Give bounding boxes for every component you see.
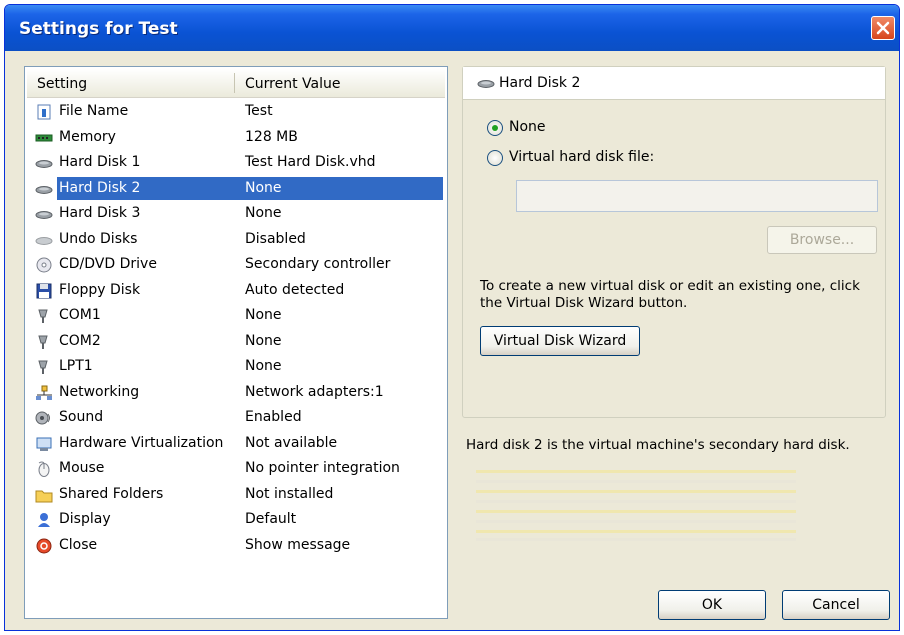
- close-icon: [876, 21, 890, 35]
- setting-row[interactable]: Hard Disk 3 None: [27, 201, 445, 227]
- setting-name: File Name: [59, 103, 129, 119]
- setting-value: Auto detected: [245, 281, 345, 298]
- setting-value: Network adapters:1: [245, 383, 384, 400]
- setting-name: Hard Disk 2: [59, 179, 141, 196]
- memory-icon: [35, 130, 53, 146]
- setting-row[interactable]: Mouse No pointer integration: [27, 456, 445, 482]
- hardware-virtualization-icon: [35, 436, 53, 452]
- setting-row[interactable]: COM2 None: [27, 329, 445, 355]
- column-divider[interactable]: [234, 73, 235, 93]
- setting-name: Mouse: [59, 460, 105, 476]
- column-header-setting[interactable]: Setting: [37, 76, 87, 92]
- mouse-icon: [35, 461, 53, 477]
- setting-value: Test Hard Disk.vhd: [245, 154, 376, 170]
- setting-value: Enabled: [245, 409, 302, 425]
- folder-icon: [35, 487, 53, 503]
- setting-name: LPT1: [59, 358, 93, 374]
- hard-disk-icon: [35, 181, 53, 197]
- setting-name: Hardware Virtualization: [59, 434, 224, 451]
- file-name-icon: [35, 104, 53, 120]
- setting-name: Sound: [59, 409, 104, 425]
- setting-row[interactable]: Close Show message: [27, 533, 445, 559]
- virtual-disk-wizard-button[interactable]: Virtual Disk Wizard: [480, 326, 640, 356]
- setting-name: Close: [59, 536, 98, 553]
- radio-none[interactable]: [487, 120, 503, 136]
- settings-rows: File Name Test Memory 128 MB Hard Disk 1 Test…: [27, 99, 445, 558]
- display-icon: [35, 512, 53, 528]
- setting-row[interactable]: LPT1 None: [27, 354, 445, 380]
- settings-list[interactable]: Setting Current Value File Name Test Memor…: [24, 66, 448, 619]
- setting-row[interactable]: COM1 None: [27, 303, 445, 329]
- setting-row[interactable]: Hard Disk 2 None: [27, 176, 445, 202]
- group-header: Hard Disk 2: [463, 67, 885, 100]
- setting-name: Undo Disks: [59, 230, 138, 247]
- setting-row[interactable]: File Name Test: [27, 99, 445, 125]
- setting-name: Networking: [59, 383, 140, 400]
- cd-dvd-icon: [35, 257, 53, 273]
- sound-icon: [35, 410, 53, 426]
- setting-name: Hard Disk 3: [59, 205, 141, 221]
- com-port-icon: [35, 308, 53, 324]
- wizard-info-text: To create a new virtual disk or edit an …: [480, 278, 860, 311]
- radio-virtual-hard-disk-file[interactable]: [487, 150, 503, 166]
- lpt-port-icon: [35, 359, 53, 375]
- setting-name: COM1: [59, 307, 101, 323]
- setting-value: Default: [245, 511, 297, 527]
- setting-value: Not installed: [245, 485, 334, 502]
- setting-row[interactable]: Display Default: [27, 507, 445, 533]
- setting-row[interactable]: Hardware Virtualization Not available: [27, 431, 445, 457]
- cancel-button[interactable]: Cancel: [782, 590, 890, 620]
- group-title: Hard Disk 2: [499, 75, 581, 91]
- hard-disk-icon: [35, 155, 53, 171]
- description-artifact-graphic: [476, 470, 796, 541]
- browse-button[interactable]: Browse...: [767, 226, 877, 254]
- setting-row[interactable]: Memory 128 MB: [27, 125, 445, 151]
- networking-icon: [35, 385, 53, 401]
- close-setting-icon: [35, 538, 53, 554]
- setting-name: Floppy Disk: [59, 281, 141, 298]
- setting-row[interactable]: Undo Disks Disabled: [27, 227, 445, 253]
- radio-vhd-label[interactable]: Virtual hard disk file:: [509, 149, 654, 165]
- setting-name: Display: [59, 511, 111, 527]
- setting-name: CD/DVD Drive: [59, 256, 157, 272]
- radio-selected-dot: [492, 125, 498, 131]
- radio-none-label[interactable]: None: [509, 119, 546, 135]
- setting-value: Test: [245, 103, 273, 119]
- ok-button[interactable]: OK: [658, 590, 766, 620]
- com-port-icon: [35, 334, 53, 350]
- setting-value: 128 MB: [245, 128, 298, 145]
- setting-row[interactable]: Networking Network adapters:1: [27, 380, 445, 406]
- setting-row[interactable]: Shared Folders Not installed: [27, 482, 445, 508]
- setting-value: Show message: [245, 536, 351, 553]
- setting-value: Secondary controller: [245, 256, 391, 272]
- setting-value: Disabled: [245, 230, 306, 247]
- setting-name: Hard Disk 1: [59, 154, 141, 170]
- hard-disk-icon: [35, 206, 53, 222]
- setting-value: Not available: [245, 434, 338, 451]
- hard-disk-icon: [477, 80, 495, 88]
- window-title: Settings for Test: [19, 19, 178, 39]
- setting-value: None: [245, 307, 282, 323]
- title-bar[interactable]: Settings for Test: [5, 5, 899, 51]
- setting-value: None: [245, 205, 282, 221]
- close-button[interactable]: [871, 16, 895, 40]
- setting-name: COM2: [59, 332, 101, 349]
- setting-name: Shared Folders: [59, 485, 164, 502]
- vhd-path-input[interactable]: [516, 180, 878, 212]
- setting-value: None: [245, 358, 282, 374]
- setting-value: None: [245, 179, 282, 196]
- setting-value: No pointer integration: [245, 460, 400, 476]
- setting-row[interactable]: Hard Disk 1 Test Hard Disk.vhd: [27, 150, 445, 176]
- setting-description: Hard disk 2 is the virtual machine's sec…: [466, 437, 850, 453]
- setting-row[interactable]: Sound Enabled: [27, 405, 445, 431]
- floppy-icon: [35, 283, 53, 299]
- column-header-current-value[interactable]: Current Value: [245, 76, 340, 92]
- setting-row[interactable]: CD/DVD Drive Secondary controller: [27, 252, 445, 278]
- setting-value: None: [245, 332, 282, 349]
- list-header: Setting Current Value: [27, 69, 445, 98]
- undo-disks-icon: [35, 232, 53, 248]
- setting-row[interactable]: Floppy Disk Auto detected: [27, 278, 445, 304]
- setting-name: Memory: [59, 128, 116, 145]
